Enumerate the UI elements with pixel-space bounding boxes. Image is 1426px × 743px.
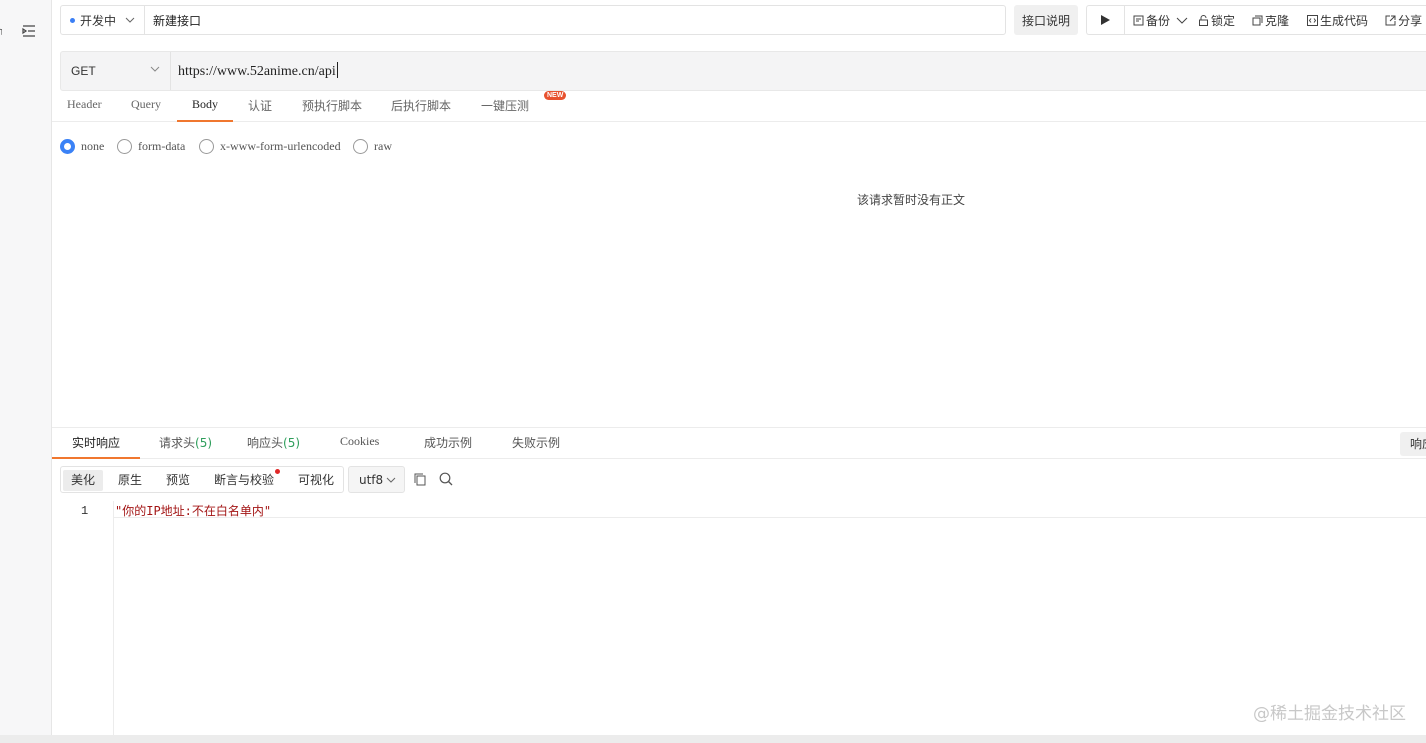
lock-button[interactable]: 锁定 xyxy=(1198,12,1235,29)
horizontal-scrollbar[interactable] xyxy=(0,735,1426,743)
backup-button[interactable]: 备份 xyxy=(1133,12,1190,29)
radio-label: x-www-form-urlencoded xyxy=(220,139,341,153)
backup-label: 备份 xyxy=(1146,13,1171,28)
api-name-input[interactable]: 新建接口 xyxy=(153,12,201,29)
chevron-down-icon xyxy=(125,17,135,23)
notification-dot xyxy=(275,469,280,474)
url-text: https://www.52anime.cn/api xyxy=(178,64,336,79)
run-button[interactable] xyxy=(1087,6,1125,34)
encoding-select[interactable]: utf8 xyxy=(348,466,405,493)
tab-response-headers[interactable]: 响应头(5) xyxy=(247,434,300,459)
tab-auth[interactable]: 认证 xyxy=(248,97,272,122)
view-raw[interactable]: 原生 xyxy=(110,470,150,491)
tab-request-headers[interactable]: 请求头(5) xyxy=(159,434,212,459)
tab-post-script[interactable]: 后执行脚本 xyxy=(391,97,451,122)
lock-icon xyxy=(1199,14,1209,26)
count-badge: (5) xyxy=(283,436,301,450)
top-bar: 开发中 新建接口 接口说明 备份 锁定 克隆 生成代码 分享 xyxy=(60,5,1426,35)
method-label: GET xyxy=(71,64,96,78)
radio-label: form-data xyxy=(138,139,186,153)
share-button[interactable]: 分享 xyxy=(1385,12,1422,29)
radio-circle xyxy=(117,139,132,154)
response-tabs: 实时响应 请求头(5) 响应头(5) Cookies 成功示例 失败示例 响应 xyxy=(52,427,1426,459)
left-sidebar: ו xyxy=(0,0,52,743)
main-panel: 开发中 新建接口 接口说明 备份 锁定 克隆 生成代码 分享 GET https… xyxy=(52,0,1426,743)
watermark: @稀土掘金技术社区 xyxy=(1253,704,1406,724)
new-badge: NEW xyxy=(544,91,567,100)
backup-icon xyxy=(1133,15,1144,25)
tab-pre-script[interactable]: 预执行脚本 xyxy=(302,97,362,122)
view-visualize[interactable]: 可视化 xyxy=(290,470,342,491)
tab-fail-example[interactable]: 失败示例 xyxy=(512,434,560,459)
share-icon xyxy=(1385,15,1396,25)
action-toolbar: 备份 锁定 克隆 生成代码 分享 xyxy=(1086,5,1426,35)
url-bar: GET https://www.52anime.cn/api xyxy=(60,51,1426,91)
tab-label: 响应头 xyxy=(247,436,284,450)
response-string: "你的IP地址:不在白名单内" xyxy=(115,504,272,518)
line-gutter: 1 xyxy=(52,501,114,735)
tab-header[interactable]: Header xyxy=(67,97,102,122)
tab-load-test[interactable]: 一键压测 xyxy=(481,97,529,122)
search-icon[interactable] xyxy=(439,472,453,486)
url-input[interactable]: https://www.52anime.cn/api xyxy=(178,62,338,80)
radio-label: raw xyxy=(374,139,392,153)
tab-body[interactable]: Body xyxy=(177,97,234,122)
radio-raw[interactable]: raw xyxy=(353,139,392,154)
encoding-label: utf8 xyxy=(359,472,384,487)
generate-code-label: 生成代码 xyxy=(1320,13,1369,28)
share-label: 分享 xyxy=(1398,13,1423,28)
generate-code-button[interactable]: 生成代码 xyxy=(1307,12,1368,29)
radio-urlencoded[interactable]: x-www-form-urlencoded xyxy=(199,139,341,154)
clone-button[interactable]: 克隆 xyxy=(1252,12,1289,29)
view-mode-group: 美化 原生 预览 断言与校验 可视化 xyxy=(60,466,344,493)
collapse-menu-icon[interactable] xyxy=(22,24,36,38)
empty-body-message: 该请求暂时没有正文 xyxy=(857,193,966,207)
tab-label: 请求头 xyxy=(159,436,196,450)
chevron-down-icon xyxy=(150,66,160,72)
radio-none[interactable]: none xyxy=(60,139,104,154)
view-pretty[interactable]: 美化 xyxy=(63,470,104,491)
chevron-down-icon xyxy=(1176,17,1188,24)
response-editor[interactable]: 1 "你的IP地址:不在白名单内" xyxy=(52,501,1426,735)
chevron-down-icon xyxy=(386,477,396,483)
radio-label: none xyxy=(81,139,105,153)
clone-icon xyxy=(1252,15,1263,25)
radio-circle xyxy=(60,139,75,154)
lock-label: 锁定 xyxy=(1211,13,1236,28)
api-doc-button[interactable]: 接口说明 xyxy=(1014,5,1078,35)
tab-cookies[interactable]: Cookies xyxy=(340,434,379,459)
sidebar-mini-text: ו xyxy=(0,26,3,38)
env-name-box: 开发中 新建接口 xyxy=(60,5,1006,35)
radio-circle xyxy=(199,139,214,154)
play-icon xyxy=(1101,15,1110,25)
text-caret xyxy=(336,62,338,78)
count-badge: (5) xyxy=(195,436,213,450)
status-dot xyxy=(70,17,75,23)
response-right-button[interactable]: 响应 xyxy=(1400,432,1426,456)
environment-select[interactable]: 开发中 xyxy=(61,6,145,34)
radio-circle xyxy=(353,139,368,154)
tab-success-example[interactable]: 成功示例 xyxy=(424,434,472,459)
view-assertions[interactable]: 断言与校验 xyxy=(206,470,282,491)
clone-label: 克隆 xyxy=(1265,13,1290,28)
request-tabs: Header Query Body 认证 预执行脚本 后执行脚本 一键压测 NE… xyxy=(52,91,1426,122)
tab-query[interactable]: Query xyxy=(131,97,161,122)
method-select[interactable]: GET xyxy=(61,52,171,90)
line-number: 1 xyxy=(81,504,89,518)
code-icon xyxy=(1307,14,1319,26)
tab-realtime-response[interactable]: 实时响应 xyxy=(52,434,141,459)
environment-label: 开发中 xyxy=(80,13,117,28)
view-preview[interactable]: 预览 xyxy=(158,470,198,491)
copy-icon[interactable] xyxy=(414,473,426,486)
radio-form-data[interactable]: form-data xyxy=(117,139,185,154)
active-line xyxy=(114,501,1426,518)
